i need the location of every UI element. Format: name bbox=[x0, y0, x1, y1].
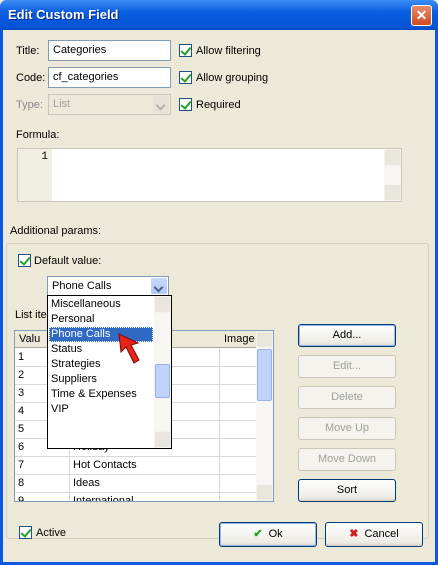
scroll-up-button[interactable] bbox=[384, 149, 401, 166]
row-number: 9 bbox=[15, 493, 70, 501]
dialog-window: Edit Custom Field ✕ Title: Categories Co… bbox=[0, 0, 438, 565]
column-header-image[interactable]: Image bbox=[220, 331, 258, 348]
code-label: Code: bbox=[16, 72, 46, 84]
title-label: Title: bbox=[16, 45, 40, 57]
table-row[interactable]: 8 Ideas bbox=[15, 475, 258, 493]
dialog-body: Title: Categories Code: cf_categories Ty… bbox=[3, 30, 435, 562]
row-value: International bbox=[70, 493, 220, 501]
dropdown-item[interactable]: Personal bbox=[49, 312, 153, 327]
add-button[interactable]: Add... bbox=[298, 324, 396, 347]
ok-button[interactable]: ✔ Ok bbox=[219, 522, 317, 547]
window-title: Edit Custom Field bbox=[8, 7, 119, 22]
row-number: 7 bbox=[15, 457, 70, 474]
formula-label: Formula: bbox=[16, 129, 60, 141]
row-image bbox=[220, 421, 258, 438]
type-value: List bbox=[53, 98, 71, 110]
type-label: Type: bbox=[16, 99, 43, 111]
scroll-down-button[interactable] bbox=[384, 184, 401, 201]
title-input[interactable]: Categories bbox=[48, 40, 171, 61]
grid-scrollbar[interactable] bbox=[256, 331, 273, 501]
code-input[interactable]: cf_categories bbox=[48, 67, 171, 88]
dropdown-item[interactable]: Time & Expenses bbox=[49, 387, 153, 402]
allow-grouping-label: Allow grouping bbox=[196, 72, 269, 84]
default-value-select[interactable]: Phone Calls bbox=[47, 276, 169, 296]
dropdown-item[interactable]: VIP bbox=[49, 402, 153, 417]
row-value: Ideas bbox=[70, 475, 220, 492]
default-value-label: Default value: bbox=[34, 255, 102, 267]
cancel-button[interactable]: ✖ Cancel bbox=[325, 522, 423, 547]
scroll-up-button[interactable] bbox=[256, 331, 273, 348]
default-value-dropdown[interactable]: Miscellaneous Personal Phone Calls Status St… bbox=[47, 295, 172, 449]
row-image bbox=[220, 349, 258, 366]
dropdown-item[interactable]: Suppliers bbox=[49, 372, 153, 387]
default-value-checkbox[interactable] bbox=[18, 254, 31, 267]
move-up-button[interactable]: Move Up bbox=[298, 417, 396, 440]
title-bar[interactable]: Edit Custom Field ✕ bbox=[0, 0, 438, 30]
scroll-thumb[interactable] bbox=[257, 349, 272, 401]
ok-label: Ok bbox=[268, 528, 283, 540]
row-image bbox=[220, 457, 258, 474]
pointer-arrow-icon bbox=[118, 333, 140, 364]
row-image bbox=[220, 475, 258, 492]
allow-filtering-label: Allow filtering bbox=[196, 45, 261, 57]
active-label: Active bbox=[36, 527, 66, 539]
chevron-down-icon bbox=[153, 96, 169, 113]
row-image bbox=[220, 439, 258, 456]
delete-button[interactable]: Delete bbox=[298, 386, 396, 409]
dropdown-scrollbar[interactable] bbox=[154, 296, 171, 448]
scroll-up-button[interactable] bbox=[154, 296, 171, 313]
row-image bbox=[220, 493, 258, 501]
allow-filtering-checkbox[interactable] bbox=[179, 44, 192, 57]
scroll-down-button[interactable] bbox=[256, 484, 273, 501]
row-image bbox=[220, 403, 258, 420]
list-items-label: List ite bbox=[15, 309, 47, 321]
additional-params-label: Additional params: bbox=[10, 225, 102, 237]
row-value: Hot Contacts bbox=[70, 457, 220, 474]
check-icon: ✔ bbox=[253, 528, 263, 540]
chevron-down-icon bbox=[151, 278, 167, 294]
sort-button[interactable]: Sort bbox=[298, 479, 396, 502]
type-select[interactable]: List bbox=[48, 94, 171, 115]
formula-scrollbar[interactable] bbox=[384, 149, 401, 201]
move-down-button[interactable]: Move Down bbox=[298, 448, 396, 471]
cancel-label: Cancel bbox=[364, 528, 399, 540]
default-value-text: Phone Calls bbox=[52, 280, 112, 292]
table-row[interactable]: 9 International bbox=[15, 493, 258, 501]
active-checkbox[interactable] bbox=[19, 526, 32, 539]
required-checkbox[interactable] bbox=[179, 98, 192, 111]
close-icon: ✕ bbox=[415, 7, 428, 23]
required-label: Required bbox=[196, 99, 241, 111]
formula-editor[interactable]: 1 bbox=[17, 148, 402, 202]
scroll-down-button[interactable] bbox=[154, 431, 171, 448]
close-button[interactable]: ✕ bbox=[411, 5, 432, 26]
table-row[interactable]: 7 Hot Contacts bbox=[15, 457, 258, 475]
edit-button[interactable]: Edit... bbox=[298, 355, 396, 378]
dropdown-item[interactable]: Miscellaneous bbox=[49, 297, 153, 312]
line-number: 1 bbox=[18, 149, 52, 201]
row-image bbox=[220, 385, 258, 402]
allow-grouping-checkbox[interactable] bbox=[179, 71, 192, 84]
row-image bbox=[220, 367, 258, 384]
cancel-icon: ✖ bbox=[349, 528, 359, 540]
scroll-thumb[interactable] bbox=[155, 364, 170, 398]
row-number: 8 bbox=[15, 475, 70, 492]
